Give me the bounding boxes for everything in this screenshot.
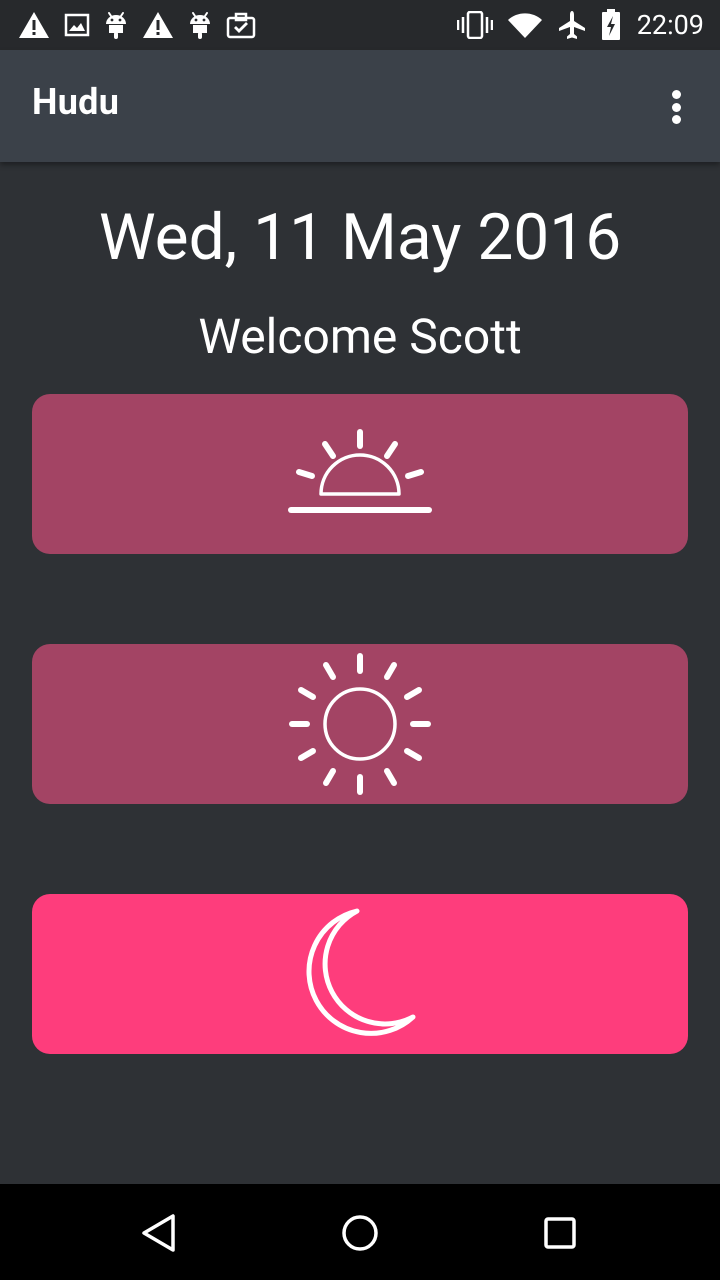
sun-icon [289, 653, 431, 795]
system-icons: 22:09 [456, 8, 704, 42]
status-bar: 22:09 [0, 0, 720, 50]
morning-button[interactable] [32, 394, 688, 554]
more-vert-icon[interactable] [660, 86, 692, 128]
sunrise-icon [288, 429, 432, 513]
android-icon [106, 12, 126, 39]
warning-icon [19, 12, 49, 38]
image-icon [64, 13, 90, 37]
moon-icon [306, 908, 416, 1036]
home-button[interactable] [335, 1208, 385, 1258]
vibrate-icon [456, 11, 493, 39]
recents-button[interactable] [535, 1208, 585, 1258]
warning-icon [143, 12, 173, 38]
home-icon [342, 1215, 378, 1251]
battery-charging-icon [601, 9, 620, 40]
app-bar: Hudu [0, 50, 720, 162]
back-button[interactable] [135, 1208, 185, 1258]
menu-dot [671, 90, 681, 99]
notification-icons [18, 8, 256, 42]
android-icon [190, 12, 210, 39]
menu-dot [671, 115, 681, 124]
airplane-icon [558, 11, 585, 39]
day-button[interactable] [32, 644, 688, 804]
recents-icon [544, 1217, 576, 1249]
back-icon [142, 1214, 175, 1252]
app-title: Hudu [32, 81, 120, 123]
night-button[interactable] [32, 894, 688, 1054]
wifi-icon [507, 13, 542, 38]
navigation-bar [0, 1184, 720, 1280]
date-heading: Wed, 11 May 2016 [98, 200, 622, 275]
menu-dot [671, 102, 681, 112]
status-clock: 22:09 [636, 9, 704, 41]
welcome-message: Welcome Scott [198, 308, 522, 365]
clipboard-check-icon [226, 12, 256, 39]
